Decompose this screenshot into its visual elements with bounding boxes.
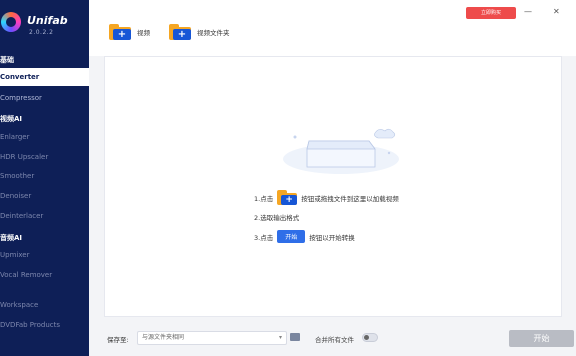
app-window: Unifab 2.0.2.2 基础 Converter Compressor 视… [0, 0, 576, 356]
sidebar-item-workspace[interactable]: Workspace [0, 296, 89, 314]
step-2: 2.选取输出格式 [254, 212, 299, 222]
output-path-select[interactable]: 与源文件夹相同 ▾ [137, 331, 287, 345]
step3-start-chip: 开始 [277, 230, 306, 243]
add-folder-label: 视频文件夹 [197, 29, 230, 37]
save-to-label: 保存至: [107, 336, 129, 344]
empty-box-illustration [283, 128, 399, 174]
add-folder-button[interactable]: + 视频文件夹 [169, 22, 230, 42]
merge-files-toggle[interactable] [362, 333, 378, 342]
step3-suffix: 按钮以开始转换 [309, 233, 355, 242]
sidebar-item-vocal-remover[interactable]: Vocal Remover [0, 266, 89, 284]
chevron-down-icon: ▾ [278, 334, 282, 341]
buy-now-button[interactable]: 立即购买 [466, 7, 516, 19]
sidebar-section-audio-ai: 音频AI [0, 234, 23, 242]
sidebar-item-converter[interactable]: Converter [0, 68, 89, 86]
minimize-icon[interactable]: — [524, 8, 532, 16]
sidebar-item-smoother[interactable]: Smoother [0, 167, 89, 185]
add-video-button[interactable]: + 视频 [109, 22, 150, 42]
step1-prefix: 1.点击 [254, 194, 274, 203]
sidebar-item-upmixer[interactable]: Upmixer [0, 246, 89, 264]
sidebar-item-enlarger[interactable]: Enlarger [0, 128, 89, 146]
add-folder-icon: + [169, 24, 191, 40]
sidebar-section-video-ai: 视频AI [0, 115, 23, 123]
sidebar: Unifab 2.0.2.2 基础 Converter Compressor 视… [0, 0, 89, 356]
step-3: 3.点击 开始 按钮以开始转换 [254, 230, 355, 243]
sidebar-item-hdr-upscaler[interactable]: HDR Upscaler [0, 148, 89, 166]
app-version: 2.0.2.2 [29, 29, 54, 36]
sidebar-section-basic: 基础 [0, 56, 14, 64]
start-button[interactable]: 开始 [509, 330, 574, 347]
step2-text: 2.选取输出格式 [254, 214, 300, 222]
step3-prefix: 3.点击 [254, 233, 274, 242]
add-video-icon: + [109, 24, 131, 40]
bottom-bar: 保存至: 与源文件夹相同 ▾ 合并所有文件 开始 [89, 320, 576, 356]
sidebar-item-compressor[interactable]: Compressor [0, 89, 89, 107]
logo-icon [1, 12, 21, 32]
file-drop-area[interactable] [104, 56, 562, 317]
app-logo: Unifab 2.0.2.2 [0, 10, 89, 46]
sidebar-item-denoiser[interactable]: Denoiser [0, 187, 89, 205]
app-name: Unifab [27, 14, 68, 27]
close-icon[interactable]: ✕ [553, 8, 560, 16]
sidebar-item-dvdfab-products[interactable]: DVDFab Products [0, 316, 89, 334]
output-path-value: 与源文件夹相同 [142, 334, 185, 341]
merge-files-label: 合并所有文件 [315, 336, 354, 344]
browse-folder-icon[interactable] [290, 333, 300, 341]
sidebar-item-deinterlacer[interactable]: Deinterlacer [0, 207, 89, 225]
step1-add-icon[interactable]: + [277, 190, 298, 205]
add-video-label: 视频 [137, 29, 150, 37]
top-toolbar: + 视频 + 视频文件夹 立即购买 — ✕ [89, 0, 576, 56]
step-1: 1.点击 + 按钮或拖拽文件到这里以加载视频 [254, 190, 399, 205]
step1-suffix: 按钮或拖拽文件到这里以加载视频 [301, 194, 399, 203]
